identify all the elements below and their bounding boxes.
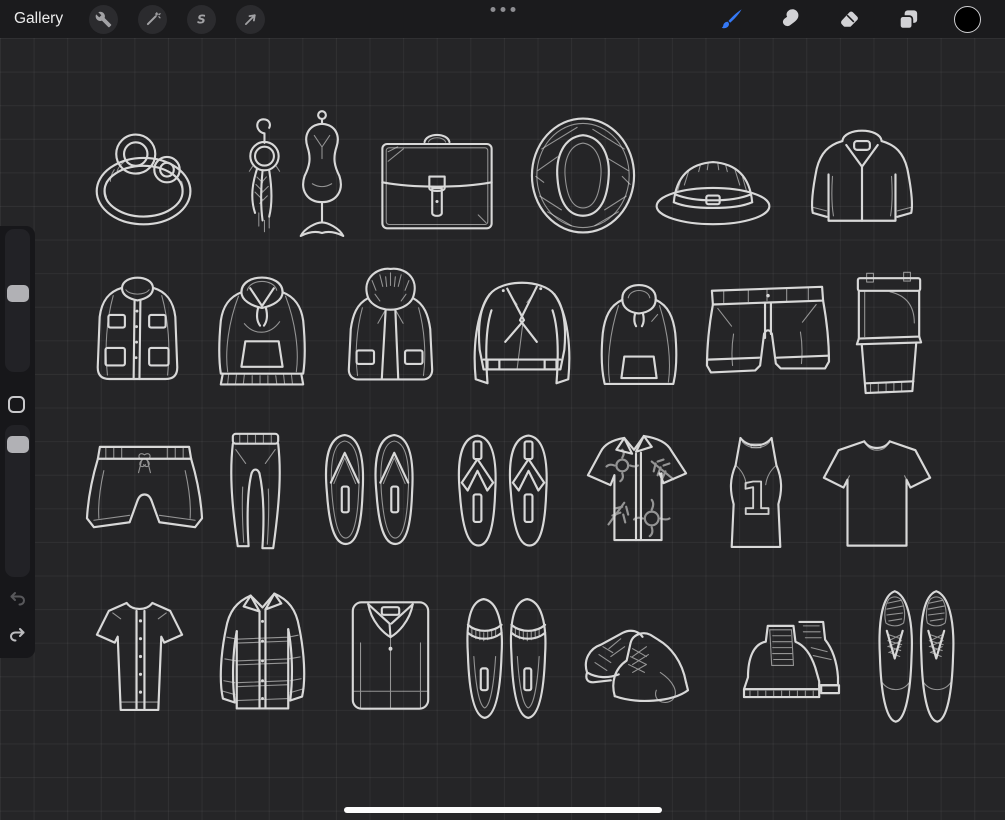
brush-size-handle[interactable] [6,285,29,302]
gallery-button[interactable]: Gallery [14,10,63,28]
wrench-icon [95,11,112,28]
magic-wand-icon [144,11,161,28]
opacity-handle[interactable] [6,436,29,453]
sketch-dangle-earring [238,112,290,240]
canvas[interactable]: 1 [0,38,1005,820]
brush-size-slider[interactable] [5,229,30,372]
sketch-parka-coat [89,264,186,397]
opacity-slider[interactable] [5,425,30,577]
sketch-windbreaker-jacket [799,117,925,231]
sidebar [0,226,35,658]
color-button[interactable] [938,0,997,38]
sketch-drawstring-hoodie [211,262,313,398]
sketch-jogger-pants [222,427,289,555]
sketch-chelsea-boots [736,614,847,706]
arrow-cursor-icon [242,11,259,28]
selection-s-icon: S [193,11,210,28]
sketch-biker-leather-jacket [467,267,577,397]
undo-button[interactable] [7,589,28,610]
sketch-chino-shorts [704,275,831,397]
layers-icon [896,7,921,32]
sketch-diamond-ring [85,113,207,240]
smudge-button[interactable] [761,0,820,38]
multitask-dots-handle[interactable] [490,7,515,12]
sketch-plaid-flannel-shirt [213,587,312,720]
sketch-swim-trunks [84,431,205,552]
right-tool-group [702,0,1005,38]
sketch-dress-form-mannequin [293,107,351,245]
svg-text:S: S [197,12,206,26]
paint-button[interactable] [702,0,761,38]
transform-button[interactable] [236,4,266,34]
smudge-icon [778,7,803,32]
color-swatch-icon [954,5,981,33]
sketch-fur-hood-parka [343,263,438,400]
home-indicator[interactable] [344,807,662,813]
sketch-strap-sandals [449,427,557,556]
brush-icon [719,7,744,32]
sketch-briefcase [374,121,500,236]
sketch-folded-denim-shorts [853,266,926,412]
sketch-derby-shoes [873,587,958,726]
adjustments-button[interactable] [138,4,168,34]
svg-text:1: 1 [740,472,771,525]
layers-button[interactable] [879,0,938,38]
sketch-tank-top: 1 [721,429,791,555]
left-tool-group: S [79,4,275,34]
actions-button[interactable] [89,4,119,34]
sketch-hawaiian-shirt [583,427,691,555]
modify-button[interactable] [8,396,25,413]
selection-button[interactable]: S [187,4,217,34]
sketch-slim-hoodie [593,271,686,401]
eraser-icon [837,7,862,32]
sketch-fedora-hat [651,143,775,229]
redo-button[interactable] [7,625,28,646]
erase-button[interactable] [820,0,879,38]
sketch-flip-flops [318,427,421,556]
undo-icon [10,592,25,606]
sketch-t-shirt [817,431,937,553]
sketch-folded-dress-shirt [347,591,434,718]
app-window: Gallery S 1 [0,0,1005,820]
sketch-fringe-loafers [459,593,553,724]
sketch-laced-boots [577,617,704,711]
top-toolbar: Gallery S [0,0,1005,38]
sketch-baseball-button-tee [89,591,190,718]
redo-icon [10,628,25,642]
sketch-straw-sun-hat [528,113,638,237]
